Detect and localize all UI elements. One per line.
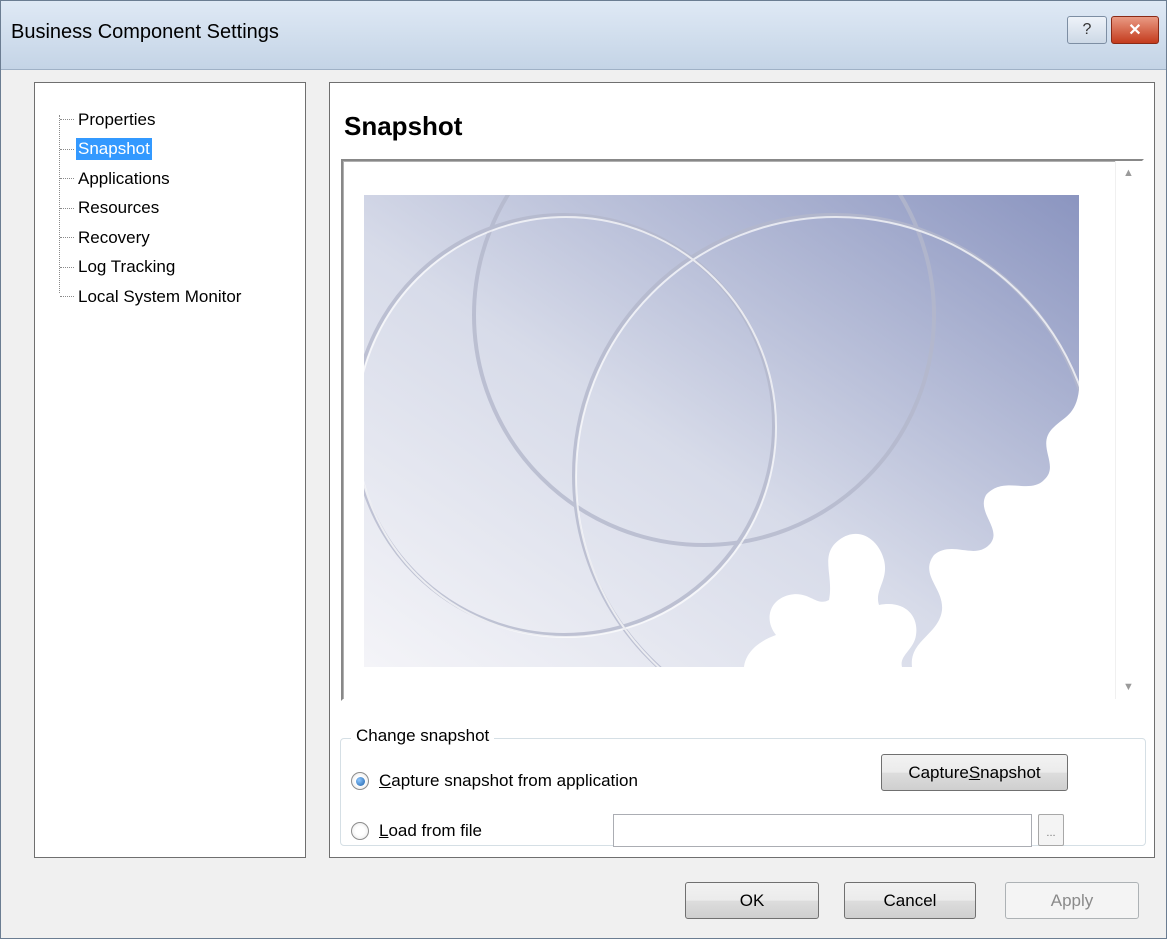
tree-item-label: Recovery [78,227,150,247]
page-title: Snapshot [344,111,463,141]
tree-item-resources[interactable]: Resources [57,194,243,224]
tree-item-local-system-monitor[interactable]: Local System Monitor [57,282,243,312]
window-title: Business Component Settings [11,21,279,43]
tree-item-snapshot[interactable]: Snapshot [57,135,243,165]
tree-item-log-tracking[interactable]: Log Tracking [57,253,243,283]
radio-selected-icon[interactable] [351,772,369,790]
radio-unselected-icon[interactable] [351,822,369,840]
tree-item-label: Applications [78,168,170,188]
scroll-down-icon[interactable]: ▼ [1123,681,1134,693]
apply-button[interactable]: Apply [1005,882,1139,919]
title-bar[interactable]: Business Component Settings ? ✕ [1,1,1166,70]
tree-item-label: Resources [78,198,160,218]
tree-item-recovery[interactable]: Recovery [57,223,243,253]
scroll-up-icon[interactable]: ▲ [1123,167,1134,179]
dialog-client-area: Properties Snapshot Applications Resourc… [1,70,1166,938]
ok-button[interactable]: OK [685,882,819,919]
snapshot-image [364,195,1079,667]
close-icon: ✕ [1128,22,1142,39]
file-path-input[interactable] [613,814,1032,847]
radio-label: Load from file [379,821,483,840]
vertical-scrollbar[interactable]: ▲ ▼ [1115,161,1142,699]
dialog-window: Business Component Settings ? ✕ Properti… [0,0,1167,939]
capture-from-application-option[interactable]: Capture snapshot from application [351,771,638,791]
browse-button[interactable]: ... [1038,814,1064,846]
change-snapshot-group: Change snapshot Capture snapshot from ap… [340,726,1146,847]
tree-item-label: Log Tracking [78,257,176,277]
group-label: Change snapshot [351,726,495,746]
cancel-button[interactable]: Cancel [844,882,976,919]
navigation-tree[interactable]: Properties Snapshot Applications Resourc… [34,82,306,858]
tree-item-properties[interactable]: Properties [57,105,243,135]
close-button[interactable]: ✕ [1111,16,1159,44]
help-button[interactable]: ? [1067,16,1107,44]
tree-item-label: Snapshot [76,138,152,161]
capture-snapshot-button[interactable]: Capture Snapshot [881,754,1068,791]
help-icon: ? [1082,21,1092,38]
snapshot-viewer[interactable]: ▲ ▼ [341,159,1144,701]
load-from-file-option[interactable]: Load from file [351,821,482,841]
snapshot-panel: Snapshot ▲ ▼ Change snapshot Capture sna… [329,82,1155,858]
tree-item-applications[interactable]: Applications [57,164,243,194]
radio-label: Capture snapshot from application [379,771,638,790]
tree-item-label: Properties [78,109,156,129]
tree-item-label: Local System Monitor [78,286,242,306]
